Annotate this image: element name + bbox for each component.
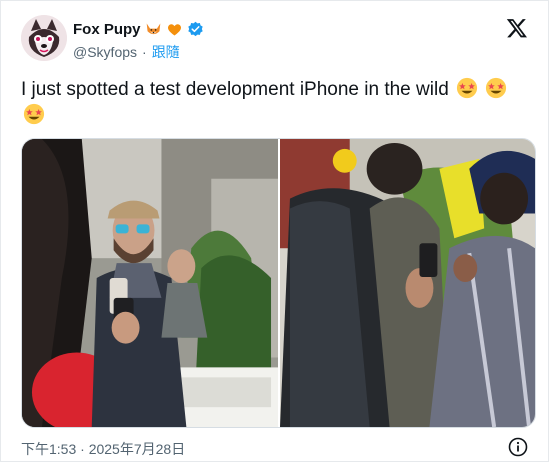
tweet-card: Fox Pupy @Skyfops · 跟隨 I just spotted a … bbox=[0, 0, 549, 462]
tweet-text: I just spotted a test development iPhone… bbox=[21, 79, 449, 100]
follow-button[interactable]: 跟隨 bbox=[152, 42, 180, 62]
x-logo-icon[interactable] bbox=[506, 17, 528, 39]
info-icon[interactable] bbox=[508, 437, 528, 457]
star-struck-emoji-icon bbox=[456, 77, 478, 99]
author-display-name[interactable]: Fox Pupy bbox=[73, 21, 141, 38]
tweet-text-block: I just spotted a test development iPhone… bbox=[21, 77, 531, 129]
timestamp[interactable]: 下午1:53 · 2025年7月28日 bbox=[21, 439, 185, 459]
author-name-row: Fox Pupy bbox=[73, 19, 204, 39]
photo-left[interactable] bbox=[22, 139, 278, 427]
verified-badge-icon[interactable] bbox=[187, 21, 204, 38]
orange-heart-icon bbox=[166, 21, 183, 38]
photo-right[interactable] bbox=[280, 139, 535, 427]
avatar[interactable] bbox=[21, 15, 67, 61]
star-struck-emoji-icon bbox=[485, 77, 507, 99]
star-struck-emoji-icon bbox=[23, 103, 45, 125]
author-handle[interactable]: @Skyfops bbox=[73, 44, 137, 60]
media-grid bbox=[21, 138, 536, 428]
author-handle-row: @Skyfops · 跟隨 bbox=[73, 42, 180, 62]
fox-emoji-icon bbox=[145, 21, 162, 38]
separator-dot: · bbox=[142, 44, 147, 60]
